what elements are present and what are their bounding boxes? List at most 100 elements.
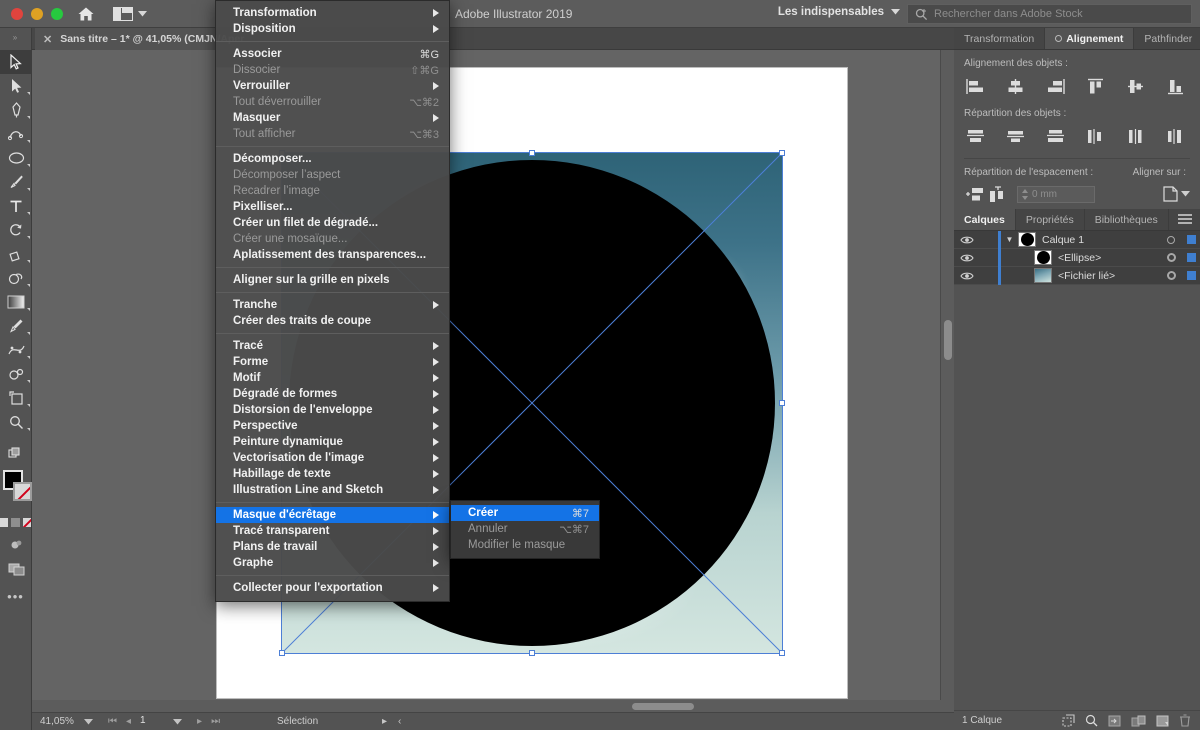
tool-pen[interactable] <box>0 98 32 122</box>
status-resize-grip[interactable]: ‹ <box>398 716 401 727</box>
stock-search-field[interactable]: Rechercher dans Adobe Stock <box>907 4 1192 24</box>
gradient-swatch-button[interactable] <box>11 518 20 527</box>
tool-selection[interactable] <box>0 50 32 74</box>
tab-alignement[interactable]: Alignement <box>1045 28 1135 49</box>
menu-item-masque-ecretage[interactable]: Masque d'écrêtage <box>216 507 449 523</box>
menu-item-masquer[interactable]: Masquer <box>216 110 449 126</box>
align-right-button[interactable] <box>1044 76 1066 96</box>
distribute-center-horizontal-button[interactable] <box>1124 126 1146 146</box>
menu-item-illustration-line-and-sketch[interactable]: Illustration Line and Sketch <box>216 482 449 498</box>
menu-item-creer-filet-degrade[interactable]: Créer un filet de dégradé... <box>216 215 449 231</box>
last-artboard-button[interactable]: ⏭ <box>211 716 220 727</box>
create-new-layer-button[interactable] <box>1156 715 1169 727</box>
tool-zoom[interactable] <box>0 410 32 434</box>
tool-screen-mode[interactable] <box>0 533 32 557</box>
menu-item-distorsion-enveloppe[interactable]: Distorsion de l'enveloppe <box>216 402 449 418</box>
tool-ellipse[interactable] <box>0 146 32 170</box>
visibility-toggle[interactable] <box>954 235 980 245</box>
menu-item-associer[interactable]: Associer ⌘G <box>216 46 449 62</box>
tool-blend[interactable] <box>0 338 32 362</box>
visibility-toggle[interactable] <box>954 253 980 263</box>
menu-item-degrade-de-formes[interactable]: Dégradé de formes <box>216 386 449 402</box>
distribute-vertical-spacing-button[interactable] <box>964 184 986 204</box>
status-tool-label[interactable]: Sélection <box>277 716 318 727</box>
maximize-window-button[interactable] <box>51 7 63 20</box>
stepper-icon[interactable] <box>1021 188 1029 201</box>
align-center-vertical-button[interactable] <box>1124 76 1146 96</box>
menu-item-motif[interactable]: Motif <box>216 370 449 386</box>
make-sublayer-button[interactable] <box>1108 715 1121 727</box>
distribute-left-button[interactable] <box>1084 126 1106 146</box>
artboard-dropdown-button[interactable] <box>173 718 191 725</box>
tab-transformation[interactable]: Transformation <box>954 28 1046 49</box>
close-icon[interactable]: ✕ <box>43 33 52 46</box>
menu-item-peinture-dynamique[interactable]: Peinture dynamique <box>216 434 449 450</box>
clipping-mask-submenu[interactable]: Créer ⌘7 Annuler ⌥⌘7 Modifier le masque <box>450 500 600 559</box>
zoom-level-field[interactable]: 41,05% <box>32 716 84 727</box>
tab-calques[interactable]: Calques <box>954 209 1016 230</box>
menu-item-aligner-grille-pixels[interactable]: Aligner sur la grille en pixels <box>216 272 449 288</box>
toolbar-grip[interactable]: » <box>0 28 31 50</box>
menu-item-vectorisation-image[interactable]: Vectorisation de l'image <box>216 450 449 466</box>
menu-item-forme[interactable]: Forme <box>216 354 449 370</box>
menu-item-perspective[interactable]: Perspective <box>216 418 449 434</box>
delete-layer-button[interactable] <box>1179 714 1191 727</box>
menu-item-trace-transparent[interactable]: Tracé transparent <box>216 523 449 539</box>
prev-artboard-button[interactable]: ◂ <box>126 716 131 727</box>
tab-proprietes[interactable]: Propriétés <box>1016 209 1085 230</box>
tab-pathfinder[interactable]: Pathfinder <box>1134 28 1200 49</box>
canvas-horizontal-scrollbar[interactable] <box>32 700 954 712</box>
canvas-area[interactable] <box>32 50 954 712</box>
menu-item-tranche[interactable]: Tranche <box>216 297 449 313</box>
distribute-center-vertical-button[interactable] <box>1004 126 1026 146</box>
create-sublayer-button[interactable] <box>1131 715 1146 727</box>
tool-edit-toolbar[interactable] <box>0 442 32 466</box>
align-center-horizontal-button[interactable] <box>1004 76 1026 96</box>
make-clipping-mask-button[interactable] <box>1062 714 1075 727</box>
layer-name[interactable]: <Ellipse> <box>1058 252 1160 264</box>
menu-item-decomposer[interactable]: Décomposer... <box>216 151 449 167</box>
fill-stroke-swatches[interactable] <box>0 468 32 514</box>
tool-artboard[interactable] <box>0 386 32 410</box>
tool-shape-builder[interactable] <box>0 266 32 290</box>
distribute-top-button[interactable] <box>964 126 986 146</box>
tool-eyedropper[interactable] <box>0 314 32 338</box>
context-menu[interactable]: Transformation Disposition Associer ⌘G D… <box>215 0 450 602</box>
target-indicator[interactable] <box>1160 253 1182 262</box>
locate-object-button[interactable] <box>1085 714 1098 727</box>
color-swatch-button[interactable] <box>0 518 9 527</box>
menu-item-trace[interactable]: Tracé <box>216 338 449 354</box>
chevron-down-icon[interactable]: ▼ <box>1001 235 1018 244</box>
selection-indicator[interactable] <box>1182 253 1200 262</box>
submenu-item-creer[interactable]: Créer ⌘7 <box>451 505 599 521</box>
workspace-switcher[interactable]: Les indispensables <box>778 6 900 18</box>
target-indicator[interactable] <box>1160 235 1182 244</box>
menu-item-habillage-texte[interactable]: Habillage de texte <box>216 466 449 482</box>
distribute-horizontal-spacing-button[interactable] <box>986 184 1008 204</box>
table-row[interactable]: <Ellipse> <box>954 248 1200 267</box>
menu-item-graphe[interactable]: Graphe <box>216 555 449 571</box>
table-row[interactable]: <Fichier lié> <box>954 266 1200 285</box>
menu-item-aplatissement-transparences[interactable]: Aplatissement des transparences... <box>216 247 449 263</box>
home-button[interactable] <box>77 6 95 22</box>
spacing-value-field[interactable]: 0 mm <box>1017 185 1095 203</box>
target-indicator[interactable] <box>1160 271 1182 280</box>
menu-item-verrouiller[interactable]: Verrouiller <box>216 78 449 94</box>
menu-item-disposition[interactable]: Disposition <box>216 21 449 37</box>
distribute-bottom-button[interactable] <box>1044 126 1066 146</box>
table-row[interactable]: ▼ Calque 1 <box>954 230 1200 249</box>
artboard-number-field[interactable]: 1 <box>137 715 173 728</box>
close-window-button[interactable] <box>11 7 23 20</box>
selection-indicator[interactable] <box>1182 235 1200 244</box>
tool-gradient[interactable] <box>0 290 32 314</box>
zoom-dropdown-button[interactable] <box>84 718 102 725</box>
tool-change-screen-mode[interactable] <box>0 557 32 581</box>
visibility-toggle[interactable] <box>954 271 980 281</box>
status-menu-button[interactable]: ▸ <box>382 716 387 727</box>
next-artboard-button[interactable]: ▸ <box>197 716 202 727</box>
stroke-swatch[interactable] <box>13 482 32 501</box>
layers-panel-menu-button[interactable] <box>1169 209 1200 230</box>
none-swatch-button[interactable] <box>22 518 31 527</box>
tool-curvature[interactable] <box>0 122 32 146</box>
selection-indicator[interactable] <box>1182 271 1200 280</box>
